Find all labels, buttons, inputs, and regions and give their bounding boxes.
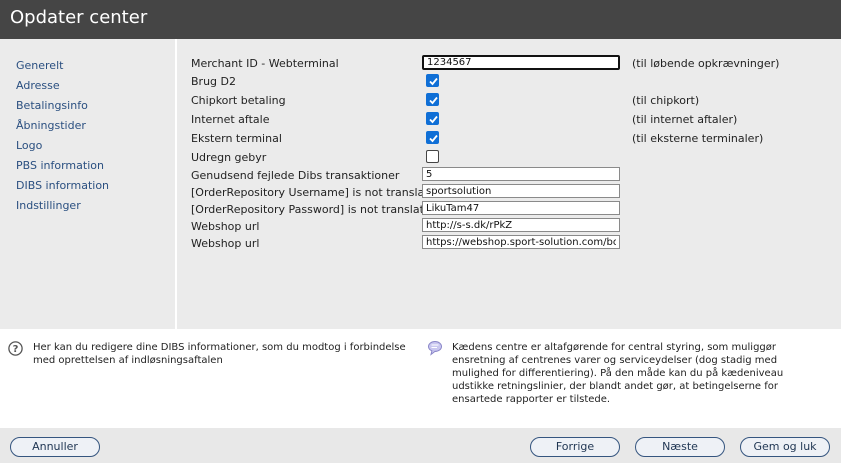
repo-password-label: [OrderRepository Password] is not transl… bbox=[191, 203, 438, 216]
udregn-gebyr-label: Udregn gebyr bbox=[191, 151, 267, 164]
webshop-url-2-label: Webshop url bbox=[191, 237, 260, 250]
sidebar-item-logo[interactable]: Logo bbox=[16, 139, 42, 152]
merchant-id-label: Merchant ID - Webterminal bbox=[191, 57, 339, 70]
brug-d2-checkbox[interactable] bbox=[426, 74, 439, 87]
next-button[interactable]: Næste bbox=[635, 437, 725, 457]
title-bar: Opdater center bbox=[0, 0, 841, 39]
checkmark-icon bbox=[429, 77, 438, 86]
sidebar-item-adresse[interactable]: Adresse bbox=[16, 79, 60, 92]
content-panel: Generelt Adresse Betalingsinfo Åbningsti… bbox=[0, 39, 841, 329]
checkmark-icon bbox=[429, 96, 438, 105]
sidebar-item-dibs-information[interactable]: DIBS information bbox=[16, 179, 109, 192]
previous-button[interactable]: Forrige bbox=[530, 437, 620, 457]
ekstern-terminal-note: (til eksterne terminaler) bbox=[632, 132, 764, 145]
chipkort-note: (til chipkort) bbox=[632, 94, 700, 107]
repo-password-input[interactable] bbox=[422, 201, 620, 215]
question-circle-icon: ? bbox=[8, 341, 23, 356]
help-panel: ? Her kan du redigere dine DIBS informat… bbox=[0, 329, 841, 428]
chipkort-label: Chipkort betaling bbox=[191, 94, 286, 107]
ekstern-terminal-label: Ekstern terminal bbox=[191, 132, 282, 145]
genudsend-input[interactable] bbox=[422, 167, 620, 181]
window-title: Opdater center bbox=[10, 7, 148, 28]
merchant-id-note: (til løbende opkrævninger) bbox=[632, 57, 780, 70]
help-text-dibs: Her kan du redigere dine DIBS informatio… bbox=[33, 342, 406, 366]
repo-username-label: [OrderRepository Username] is not transl… bbox=[191, 186, 443, 199]
sidebar-item-abningstider[interactable]: Åbningstider bbox=[16, 119, 86, 132]
internet-aftale-checkbox[interactable] bbox=[426, 112, 439, 125]
sidebar-item-betalingsinfo[interactable]: Betalingsinfo bbox=[16, 99, 88, 112]
footer-bar: Annuller Forrige Næste Gem og luk bbox=[0, 428, 841, 463]
internet-aftale-note: (til internet aftaler) bbox=[632, 113, 738, 126]
save-close-button[interactable]: Gem og luk bbox=[740, 437, 830, 457]
repo-username-input[interactable] bbox=[422, 184, 620, 198]
webshop-url-label: Webshop url bbox=[191, 220, 260, 233]
internet-aftale-label: Internet aftale bbox=[191, 113, 270, 126]
udregn-gebyr-checkbox[interactable] bbox=[426, 150, 439, 163]
svg-text:?: ? bbox=[13, 344, 19, 355]
webshop-url-input[interactable] bbox=[422, 218, 620, 232]
sidebar-item-generelt[interactable]: Generelt bbox=[16, 59, 63, 72]
sidebar-item-pbs-information[interactable]: PBS information bbox=[16, 159, 104, 172]
brug-d2-label: Brug D2 bbox=[191, 75, 236, 88]
speech-bubble-icon bbox=[428, 341, 442, 356]
genudsend-label: Genudsend fejlede Dibs transaktioner bbox=[191, 169, 400, 182]
sidebar-divider bbox=[175, 39, 177, 329]
cancel-button[interactable]: Annuller bbox=[10, 437, 100, 457]
checkmark-icon bbox=[429, 134, 438, 143]
chipkort-checkbox[interactable] bbox=[426, 93, 439, 106]
merchant-id-input[interactable] bbox=[422, 55, 620, 70]
checkmark-icon bbox=[429, 115, 438, 124]
webshop-url-2-input[interactable] bbox=[422, 235, 620, 249]
ekstern-terminal-checkbox[interactable] bbox=[426, 131, 439, 144]
help-text-chain: Kædens centre er altafgørende for centra… bbox=[452, 342, 784, 405]
sidebar-nav: Generelt Adresse Betalingsinfo Åbningsti… bbox=[0, 39, 175, 329]
sidebar-item-indstillinger[interactable]: Indstillinger bbox=[16, 199, 81, 212]
